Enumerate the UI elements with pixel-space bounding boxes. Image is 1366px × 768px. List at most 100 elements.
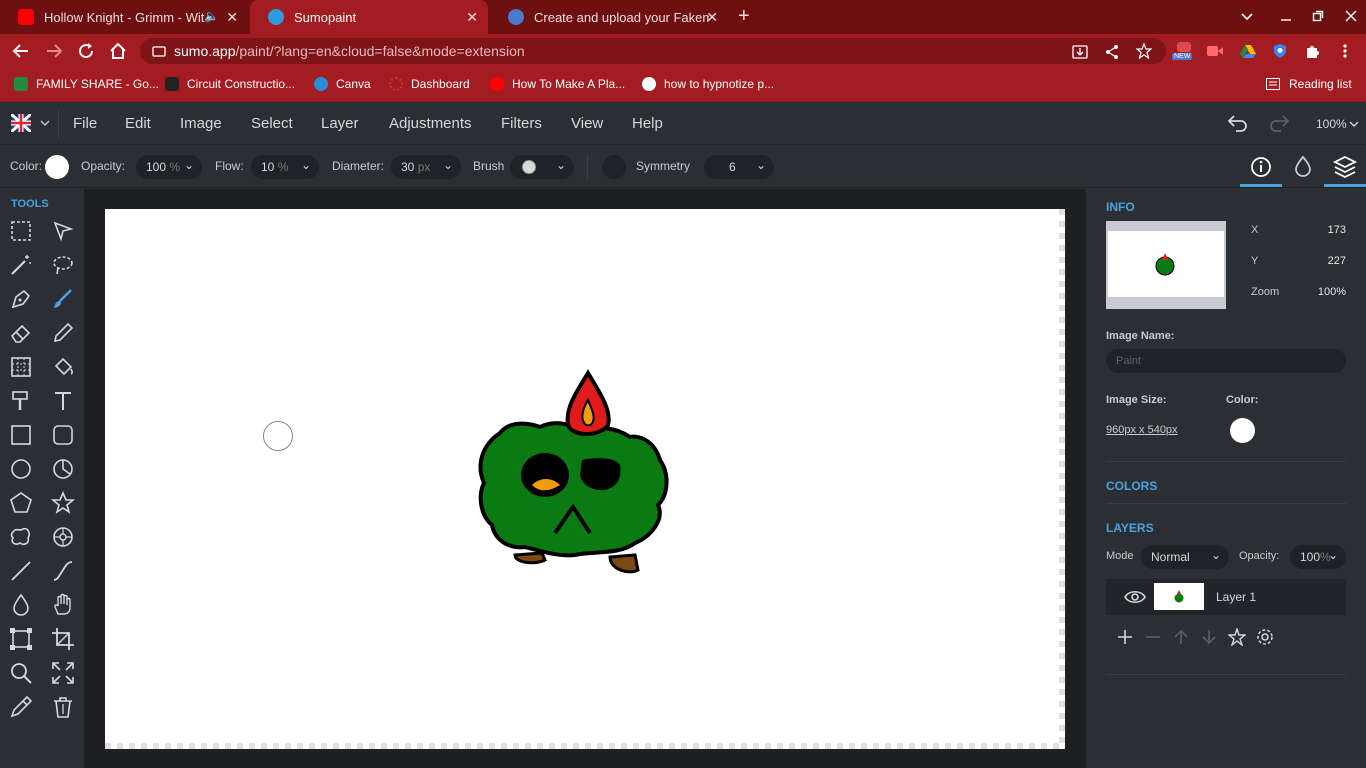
pencil-icon[interactable] [50, 320, 76, 346]
back-icon[interactable] [12, 42, 30, 60]
layer-settings-gear-icon[interactable] [1256, 628, 1274, 646]
transform-icon[interactable] [8, 626, 34, 652]
screen-record-icon[interactable] [1206, 44, 1224, 58]
install-app-icon[interactable] [1072, 44, 1088, 60]
bookmark-dashboard[interactable]: Dashboard [389, 77, 470, 91]
text-tool-icon[interactable] [50, 388, 76, 414]
flower-shape-icon[interactable] [50, 524, 76, 550]
rounded-rect-icon[interactable] [50, 422, 76, 448]
bookmark-family-share[interactable]: FAMILY SHARE - Go... [14, 77, 159, 91]
minimize-icon[interactable] [1280, 10, 1292, 22]
image-size-link[interactable]: 960px x 540px [1106, 424, 1178, 436]
layer-name[interactable]: Layer 1 [1216, 590, 1256, 604]
pie-shape-icon[interactable] [50, 456, 76, 482]
opacity-field[interactable]: 100 % ⌄ [136, 155, 202, 179]
symmetry-toggle[interactable] [602, 155, 626, 179]
tab-sumopaint[interactable]: Sumopaint ✕ [250, 0, 488, 34]
image-name-input[interactable] [1106, 349, 1346, 373]
menu-help[interactable]: Help [632, 115, 663, 132]
close-window-icon[interactable] [1345, 10, 1357, 22]
extensions-puzzle-icon[interactable] [1304, 43, 1320, 59]
line-icon[interactable] [8, 558, 34, 584]
tab-search-icon[interactable] [1241, 10, 1253, 22]
shield-icon[interactable] [1272, 43, 1288, 59]
menu-file[interactable]: File [73, 115, 97, 132]
paint-bucket-icon[interactable] [50, 354, 76, 380]
move-layer-down-icon[interactable] [1200, 628, 1218, 646]
close-tab-icon[interactable]: ✕ [466, 9, 478, 26]
zoom-chevron-icon[interactable] [1349, 121, 1359, 127]
redo-icon[interactable] [1268, 114, 1290, 132]
menu-layer[interactable]: Layer [321, 115, 359, 132]
pointer-icon[interactable] [50, 218, 76, 244]
bookmark-hypnotize[interactable]: how to hypnotize p... [642, 77, 774, 91]
layer-row[interactable]: Layer 1 [1106, 579, 1346, 615]
curve-icon[interactable] [50, 558, 76, 584]
eye-icon[interactable] [1124, 588, 1146, 606]
crop-icon[interactable] [50, 626, 76, 652]
lasso-icon[interactable] [50, 252, 76, 278]
menu-edit[interactable]: Edit [125, 115, 151, 132]
menu-image[interactable]: Image [180, 115, 222, 132]
menu-filters[interactable]: Filters [501, 115, 542, 132]
language-chevron-icon[interactable] [40, 120, 50, 126]
colors-section-title[interactable]: COLORS [1106, 479, 1157, 493]
info-panel-icon[interactable] [1247, 153, 1275, 181]
chrome-menu-icon[interactable] [1342, 43, 1348, 59]
menu-view[interactable]: View [571, 115, 603, 132]
blend-mode-select[interactable]: Normal ⌄ [1141, 545, 1229, 569]
ellipse-icon[interactable] [8, 456, 34, 482]
close-tab-icon[interactable]: ✕ [706, 9, 718, 26]
blur-drop-icon[interactable] [8, 592, 34, 618]
layer-effects-star-icon[interactable] [1228, 628, 1246, 646]
google-drive-icon[interactable] [1240, 44, 1256, 58]
star-icon[interactable] [50, 490, 76, 516]
rectangle-icon[interactable] [8, 422, 34, 448]
trash-icon[interactable] [50, 694, 76, 720]
pen-icon[interactable] [8, 286, 34, 312]
speaker-icon[interactable]: 🔈 [204, 9, 219, 23]
polygon-icon[interactable] [8, 490, 34, 516]
menu-adjustments[interactable]: Adjustments [389, 115, 472, 132]
brush-selector[interactable]: ⌄ [510, 155, 574, 179]
share-icon[interactable] [1104, 44, 1120, 60]
restore-icon[interactable] [1312, 10, 1324, 22]
site-info-icon[interactable] [152, 44, 166, 58]
layer-opacity-field[interactable]: 100% ⌄ [1290, 545, 1346, 569]
home-icon[interactable] [109, 42, 127, 60]
forward-icon[interactable] [45, 42, 63, 60]
navigator-preview[interactable] [1106, 221, 1226, 309]
brush-icon[interactable] [50, 286, 76, 312]
move-layer-up-icon[interactable] [1172, 628, 1190, 646]
image-color-swatch[interactable] [1230, 418, 1255, 443]
zoom-level[interactable]: 100% [1316, 117, 1347, 131]
remove-layer-icon[interactable] [1144, 628, 1162, 646]
blob-shape-icon[interactable] [8, 524, 34, 550]
bookmark-canva[interactable]: Canva [314, 77, 371, 91]
gradient-icon[interactable] [8, 354, 34, 380]
add-layer-icon[interactable] [1116, 628, 1134, 646]
close-tab-icon[interactable]: ✕ [226, 9, 238, 26]
symmetry-field[interactable]: 6 ⌄ [704, 155, 774, 179]
magic-wand-icon[interactable] [8, 252, 34, 278]
language-flag-icon[interactable] [11, 114, 31, 132]
bookmark-how-to-make[interactable]: How To Make A Pla... [490, 77, 625, 91]
diameter-field[interactable]: 30 px ⌄ [391, 155, 461, 179]
tab-fakemon[interactable]: Create and upload your Fakemo ✕ [490, 0, 728, 34]
color-drop-icon[interactable] [1289, 153, 1317, 181]
color-swatch[interactable] [45, 155, 69, 179]
extension-new-icon[interactable]: NEW [1172, 42, 1194, 62]
hand-icon[interactable] [50, 592, 76, 618]
url-text[interactable]: sumo.app/paint/?lang=en&cloud=false&mode… [174, 43, 525, 59]
eraser-icon[interactable] [8, 320, 34, 346]
reading-list-button[interactable]: Reading list [1266, 77, 1352, 91]
bookmark-star-icon[interactable] [1136, 43, 1152, 59]
fullscreen-icon[interactable] [50, 660, 76, 686]
zoom-tool-icon[interactable] [8, 660, 34, 686]
menu-select[interactable]: Select [251, 115, 293, 132]
flow-field[interactable]: 10 % ⌄ [251, 155, 319, 179]
reload-icon[interactable] [77, 42, 95, 60]
bookmark-circuit-construction[interactable]: Circuit Constructio... [165, 77, 295, 91]
undo-icon[interactable] [1227, 114, 1249, 132]
new-tab-button[interactable]: + [738, 5, 750, 28]
